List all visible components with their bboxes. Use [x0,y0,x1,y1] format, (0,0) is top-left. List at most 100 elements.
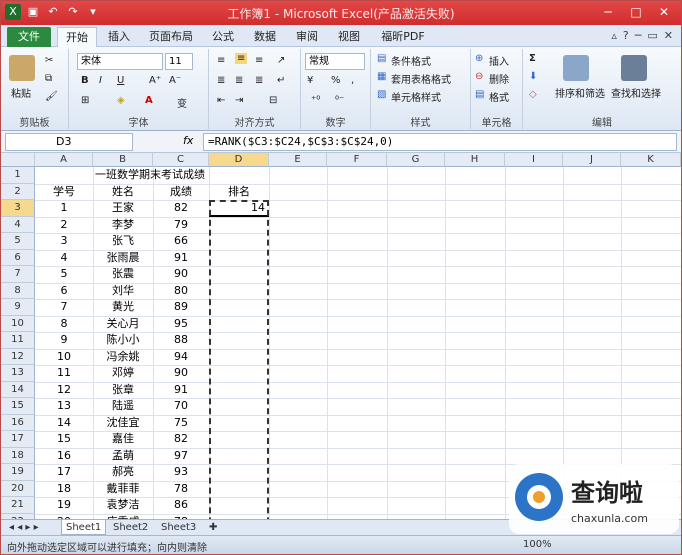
find-select-icon[interactable] [621,55,647,81]
data-cell[interactable]: 袁梦洁 [93,497,153,514]
row-header-11[interactable]: 11 [1,332,35,349]
insert-function-icon[interactable]: fx [183,134,193,147]
row-header-13[interactable]: 13 [1,365,35,382]
insert-cells-button[interactable]: 插入 [489,53,509,68]
column-header-i[interactable]: I [505,153,563,167]
data-cell[interactable]: 82 [153,200,209,217]
data-cell[interactable]: 78 [153,481,209,498]
data-cell[interactable]: 17 [35,464,93,481]
data-cell[interactable]: 10 [35,349,93,366]
decrease-decimal-icon[interactable]: ⁰⁻ [335,95,344,106]
help-icon[interactable]: ? [623,29,629,42]
merge-center-icon[interactable]: ⊟ [269,95,277,106]
formula-input[interactable]: =RANK($C3:$C24,$C$3:$C$24,0) [203,133,677,151]
header-cell[interactable]: 成绩 [153,184,209,201]
data-cell[interactable]: 李梦 [93,217,153,234]
font-size-select[interactable]: 11 [165,53,193,70]
data-cell[interactable]: 6 [35,283,93,300]
align-top-icon[interactable]: ≡ [217,55,225,66]
row-header-14[interactable]: 14 [1,381,35,398]
data-cell[interactable]: 王家 [93,200,153,217]
sheet-tab-1[interactable]: Sheet1 [61,520,107,535]
tab-view[interactable]: 视图 [331,27,367,47]
row-header-17[interactable]: 17 [1,431,35,448]
data-cell[interactable]: 8 [35,316,93,333]
delete-cells-button[interactable]: 删除 [489,71,509,86]
data-cell[interactable]: 7 [35,299,93,316]
shrink-font-icon[interactable]: A⁻ [169,75,181,86]
find-select-button[interactable]: 查找和选择 [611,85,661,100]
sheet-nav-icon[interactable]: ◂ ◂ ▸ ▸ [5,520,43,535]
format-as-table-button[interactable]: 套用表格格式 [391,71,451,86]
align-right-icon[interactable]: ≣ [255,75,263,86]
data-cell[interactable]: 75 [153,415,209,432]
fill-icon[interactable]: ⬇ [529,71,537,82]
column-header-g[interactable]: G [387,153,445,167]
data-cell[interactable]: 80 [153,283,209,300]
data-cell[interactable]: 86 [153,497,209,514]
tab-file[interactable]: 文件 [7,27,51,47]
row-header-7[interactable]: 7 [1,266,35,283]
format-cells-button[interactable]: 格式 [489,89,509,104]
tab-foxit-pdf[interactable]: 福昕PDF [375,27,431,47]
row-header-19[interactable]: 19 [1,464,35,481]
clear-icon[interactable]: ◇ [529,89,537,100]
row-header-21[interactable]: 21 [1,497,35,514]
data-cell[interactable]: 79 [153,217,209,234]
increase-indent-icon[interactable]: ⇥ [235,95,243,106]
data-cell[interactable]: 9 [35,332,93,349]
row-header-1[interactable]: 1 [1,167,35,184]
data-cell[interactable]: 孟萌 [93,448,153,465]
collapse-ribbon-icon[interactable]: ▵ [611,29,617,42]
number-format-select[interactable]: 常规 [305,53,365,70]
fill-selection-range[interactable] [209,200,269,554]
copy-icon[interactable]: ⧉ [45,73,52,84]
orientation-icon[interactable]: ↗ [277,55,285,66]
name-box[interactable]: D3 [5,133,133,151]
row-header-16[interactable]: 16 [1,414,35,431]
ribbon-close-icon[interactable]: ✕ [664,29,673,42]
phonetic-icon[interactable]: 变 [177,95,187,110]
data-cell[interactable]: 5 [35,266,93,283]
data-cell[interactable]: 95 [153,316,209,333]
data-cell[interactable]: 66 [153,233,209,250]
data-cell[interactable]: 1 [35,200,93,217]
column-header-f[interactable]: F [327,153,387,167]
align-left-icon[interactable]: ≣ [217,75,225,86]
data-cell[interactable]: 2 [35,217,93,234]
tab-home[interactable]: 开始 [57,27,97,47]
column-header-b[interactable]: B [93,153,153,167]
grow-font-icon[interactable]: A⁺ [149,75,161,86]
column-header-k[interactable]: K [621,153,681,167]
row-header-3[interactable]: 3 [1,200,35,217]
row-header-6[interactable]: 6 [1,249,35,266]
data-cell[interactable]: 90 [153,365,209,382]
select-all-corner[interactable] [1,153,35,167]
align-center-icon[interactable]: ≣ [235,75,243,86]
data-cell[interactable]: 4 [35,250,93,267]
row-header-12[interactable]: 12 [1,348,35,365]
sheet-tab-2[interactable]: Sheet2 [109,520,152,535]
font-color-icon[interactable]: A [145,95,153,106]
data-cell[interactable]: 关心月 [93,316,153,333]
tab-page-layout[interactable]: 页面布局 [143,27,199,47]
data-cell[interactable]: 16 [35,448,93,465]
percent-icon[interactable]: % [331,75,341,86]
cut-icon[interactable]: ✂ [45,55,53,66]
data-cell[interactable]: 88 [153,332,209,349]
data-cell[interactable]: 黄光 [93,299,153,316]
font-name-select[interactable]: 宋体 [77,53,163,70]
row-header-8[interactable]: 8 [1,282,35,299]
row-header-15[interactable]: 15 [1,398,35,415]
tab-insert[interactable]: 插入 [101,27,137,47]
data-cell[interactable]: 陈小小 [93,332,153,349]
border-icon[interactable]: ⊞ [81,95,89,106]
data-cell[interactable]: 张章 [93,382,153,399]
data-cell[interactable]: 张雨晨 [93,250,153,267]
row-header-2[interactable]: 2 [1,183,35,200]
row-header-20[interactable]: 20 [1,480,35,497]
format-painter-icon[interactable]: 🖌 [45,91,58,102]
comma-icon[interactable]: , [351,75,354,86]
ribbon-minimize-icon[interactable]: ─ [635,29,642,42]
sort-filter-button[interactable]: 排序和筛选 [555,85,605,100]
